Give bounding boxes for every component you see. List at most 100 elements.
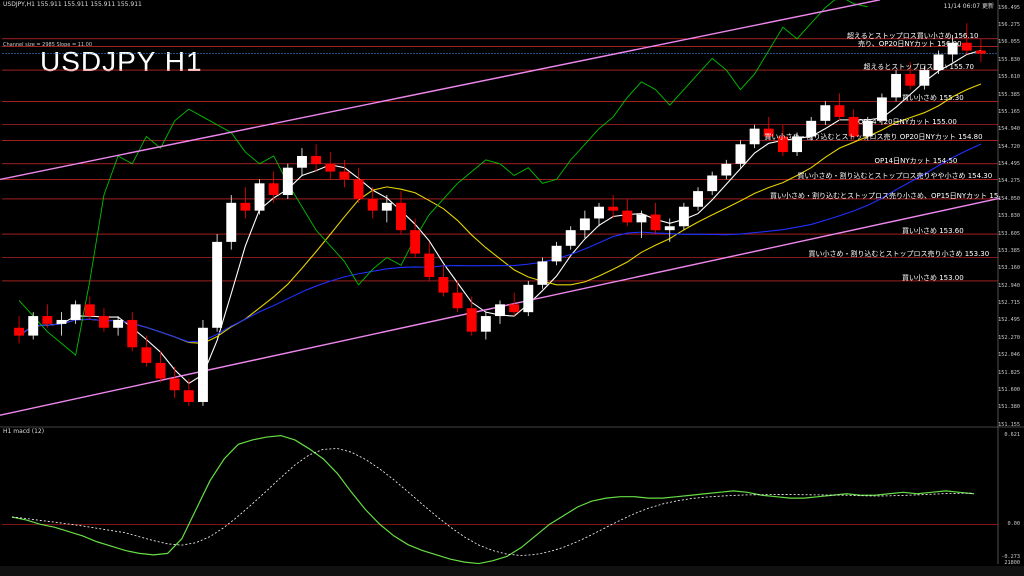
- candle-body: [141, 347, 152, 363]
- time-scroll-bar[interactable]: [0, 566, 1024, 576]
- candle-body: [891, 73, 902, 98]
- candle-body: [98, 316, 109, 328]
- candle-body: [325, 163, 336, 172]
- candle-body: [410, 230, 421, 254]
- price-tick-label: 156.275: [998, 22, 1020, 29]
- candle-body: [169, 378, 180, 391]
- candle-body: [579, 218, 590, 231]
- candle-body: [84, 304, 95, 317]
- level-annotation: OP14日NYカット 154.50: [874, 156, 958, 165]
- price-tick-label: 152.940: [998, 282, 1020, 289]
- candle-body: [381, 202, 392, 211]
- candle-body: [240, 202, 251, 211]
- candle-body: [113, 319, 124, 328]
- candle-body: [339, 171, 350, 180]
- candle-body: [594, 206, 604, 219]
- level-annotation: OP14・20日NYカット 155.00: [858, 117, 957, 126]
- candle-body: [693, 191, 703, 207]
- price-tick-label: 155.385: [998, 91, 1020, 98]
- level-annotation: 買い小さめ・割り込むとストップロス売り小さめ、OP15日NYカット 15: [770, 191, 999, 200]
- price-tick-label: 155.165: [998, 108, 1020, 115]
- price-tick-label: 155.610: [998, 74, 1020, 81]
- candle-body: [424, 253, 435, 278]
- candle-body: [622, 210, 633, 223]
- level-annotation: 超えるとストップロス買い 155.70: [863, 63, 975, 72]
- price-tick-label: 151.825: [998, 369, 1020, 376]
- candle-body: [975, 50, 986, 54]
- price-tick-label: 153.160: [998, 265, 1020, 272]
- macd-line: [11, 434, 974, 565]
- candle-body: [396, 202, 406, 231]
- level-annotation: 買い小さめ 153.00: [902, 273, 964, 282]
- level-annotation: 売り、OP20日NYカット 156.00: [858, 39, 962, 48]
- price-tick-label: 155.830: [998, 56, 1020, 63]
- candle-body: [198, 327, 208, 402]
- candle-body: [466, 308, 477, 332]
- price-chart[interactable]: [0, 0, 1024, 576]
- price-tick-label: 154.940: [998, 126, 1020, 133]
- candle-body: [183, 390, 194, 402]
- candle-body: [495, 304, 505, 317]
- price-tick-label: 152.495: [998, 317, 1020, 324]
- candle-body: [311, 155, 322, 164]
- price-tick-label: 151.380: [998, 404, 1020, 411]
- candle-body: [212, 241, 223, 328]
- macd-signal-line: [11, 448, 974, 556]
- candle-body: [523, 284, 534, 313]
- candle-body: [961, 42, 972, 51]
- candle-body: [282, 167, 293, 196]
- price-tick-label: 156.495: [998, 5, 1020, 11]
- candle-body: [650, 214, 661, 231]
- candle-body: [820, 105, 831, 121]
- level-annotation: 買い小さめ 155.30: [902, 94, 964, 103]
- candle-body: [297, 155, 307, 168]
- candle-body: [155, 362, 166, 379]
- candle-body: [452, 292, 463, 309]
- candle-body: [664, 226, 675, 231]
- candle-body: [70, 304, 81, 320]
- candle-body: [226, 202, 237, 242]
- price-tick-label: 154.275: [998, 178, 1020, 185]
- candle-body: [565, 230, 576, 246]
- price-tick-label: 152.270: [998, 334, 1020, 341]
- price-tick-label: 156.055: [998, 39, 1020, 46]
- candle-body: [127, 319, 138, 348]
- channel-upper: [0, 0, 881, 181]
- candle-body: [905, 73, 916, 86]
- candle-body: [721, 163, 732, 176]
- level-annotation: 買い小さめ・割り込むとストップロス売り小さめ 153.30: [808, 250, 990, 259]
- candle-body: [707, 175, 718, 192]
- level-annotation: 買い小さめ・割り込むとストップロス売りやや小さめ 154.30: [797, 172, 993, 181]
- price-tick-label: 153.830: [998, 213, 1020, 220]
- level-annotation: 買い小さめ・割り込むとストップロス売り OP20日NYカット 154.80: [764, 133, 983, 142]
- price-tick-label: 152.715: [998, 300, 1020, 307]
- candle-body: [678, 206, 689, 227]
- candle-body: [28, 316, 39, 336]
- candle-body: [56, 319, 67, 324]
- candle-body: [480, 316, 491, 332]
- candle-body: [509, 304, 520, 313]
- candle-body: [353, 179, 364, 199]
- candle-body: [254, 183, 265, 211]
- price-tick-label: 154.050: [998, 195, 1020, 202]
- candle-body: [14, 327, 25, 336]
- candle-body: [735, 144, 746, 164]
- chikou-line: [18, 0, 868, 356]
- candle-body: [268, 183, 279, 196]
- price-tick-label: 154.720: [998, 143, 1020, 150]
- candle-body: [438, 277, 449, 293]
- macd-tick-label: 0.621: [1004, 432, 1020, 438]
- candle-body: [636, 214, 647, 223]
- price-tick-label: 151.600: [998, 387, 1020, 394]
- candle-body: [42, 316, 53, 324]
- candle-body: [834, 105, 845, 117]
- candle-body: [551, 245, 562, 262]
- candle-body: [367, 198, 378, 211]
- price-tick-label: 151.155: [998, 422, 1020, 428]
- price-tick-label: 153.605: [998, 230, 1020, 237]
- level-annotation: 買い小さめ 153.60: [902, 227, 964, 236]
- price-tick-label: 153.385: [998, 247, 1020, 254]
- price-tick-label: 154.495: [998, 161, 1020, 168]
- candle-body: [919, 70, 930, 86]
- candle-body: [749, 128, 760, 145]
